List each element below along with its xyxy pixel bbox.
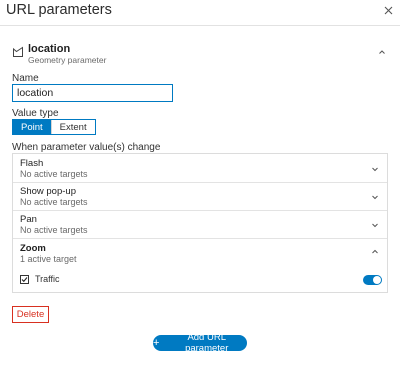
chevron-down-icon[interactable] bbox=[370, 192, 380, 202]
parameter-type: Geometry parameter bbox=[28, 55, 107, 65]
chevron-down-icon[interactable] bbox=[370, 164, 380, 174]
action-title: Zoom bbox=[20, 243, 46, 254]
add-url-parameter-button[interactable]: + Add URL parameter bbox=[153, 332, 247, 354]
traffic-checkbox-icon[interactable] bbox=[20, 275, 29, 284]
action-title: Flash bbox=[20, 158, 44, 169]
value-type-label: Value type bbox=[12, 108, 59, 119]
chevron-up-icon[interactable] bbox=[370, 247, 380, 257]
action-status: No active targets bbox=[20, 225, 88, 235]
header-divider bbox=[0, 25, 400, 26]
action-status: No active targets bbox=[20, 169, 88, 179]
traffic-label: Traffic bbox=[35, 274, 60, 284]
value-type-extent[interactable]: Extent bbox=[50, 120, 95, 134]
action-status: 1 active target bbox=[20, 254, 77, 264]
chevron-up-icon[interactable] bbox=[376, 46, 388, 58]
close-button[interactable] bbox=[380, 2, 396, 18]
geometry-icon bbox=[13, 46, 23, 57]
actions-panel: Flash No active targets Show pop-up No a… bbox=[12, 153, 388, 293]
action-row-pan[interactable]: Pan No active targets bbox=[13, 210, 387, 238]
name-label: Name bbox=[12, 73, 39, 84]
action-title: Pan bbox=[20, 214, 37, 225]
action-row-zoom[interactable]: Zoom 1 active target Traffic bbox=[13, 238, 387, 292]
value-type-segmented-control: Point Extent bbox=[12, 119, 96, 135]
dialog-title: URL parameters bbox=[6, 2, 112, 18]
action-row-show-popup[interactable]: Show pop-up No active targets bbox=[13, 182, 387, 210]
action-title: Show pop-up bbox=[20, 186, 76, 197]
action-row-flash[interactable]: Flash No active targets bbox=[13, 154, 387, 182]
parameter-header[interactable]: location Geometry parameter bbox=[12, 42, 388, 66]
plus-icon: + bbox=[153, 337, 160, 349]
close-icon[interactable] bbox=[384, 6, 393, 15]
add-url-parameter-label: Add URL parameter bbox=[185, 332, 229, 354]
dialog-header: URL parameters bbox=[0, 0, 400, 24]
chevron-down-icon[interactable] bbox=[370, 220, 380, 230]
toggle-knob bbox=[373, 276, 381, 284]
name-input[interactable] bbox=[12, 84, 173, 102]
value-type-point[interactable]: Point bbox=[13, 120, 51, 134]
parameter-name: location bbox=[28, 43, 71, 55]
change-label: When parameter value(s) change bbox=[12, 142, 161, 153]
delete-button[interactable]: Delete bbox=[12, 306, 49, 323]
action-status: No active targets bbox=[20, 197, 88, 207]
traffic-toggle[interactable] bbox=[363, 275, 382, 285]
